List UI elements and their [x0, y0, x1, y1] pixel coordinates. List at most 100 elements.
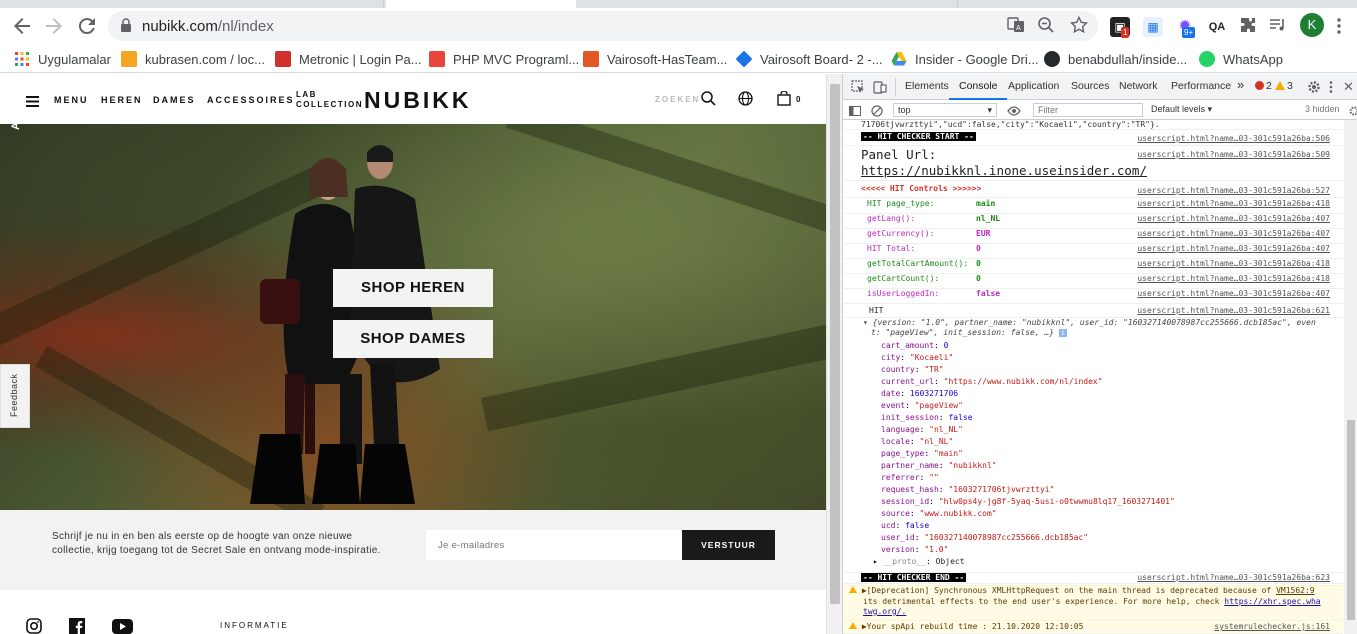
address-bar[interactable]: nubikk.com/nl/index A: [108, 11, 1098, 41]
sidebar-toggle-icon[interactable]: [849, 104, 861, 116]
bookmark-star-icon[interactable]: [1069, 15, 1089, 36]
warning-count[interactable]: 3: [1287, 80, 1293, 92]
shop-dames-button[interactable]: SHOP DAMES: [333, 320, 493, 358]
forward-icon[interactable]: [42, 14, 66, 38]
search-icon[interactable]: [701, 91, 716, 106]
console-scrollbar[interactable]: [1344, 120, 1357, 634]
nav-menu[interactable]: MENU: [54, 95, 89, 105]
console-message: <<<<< HIT Controls >>>>>> userscript.htm…: [843, 184, 1343, 198]
source-link[interactable]: userscript.html?name…03-301c591a26ba:407: [1137, 289, 1330, 298]
extension-icon-1[interactable]: ▣ 1: [1110, 17, 1130, 38]
warning-icon[interactable]: [1275, 81, 1285, 90]
source-link[interactable]: userscript.html?name…03-301c591a26ba:506: [1137, 134, 1330, 143]
source-link[interactable]: userscript.html?name…03-301c591a26ba:527: [1137, 186, 1330, 195]
source-link[interactable]: userscript.html?name…03-301c591a26ba:407: [1137, 229, 1330, 238]
bookmark-insider-drive[interactable]: Insider - Google Dri...: [891, 50, 1039, 68]
log-levels-dropdown[interactable]: Default levels ▾: [1151, 104, 1212, 115]
source-link[interactable]: VM1562:9: [1276, 586, 1315, 595]
shop-heren-button[interactable]: SHOP HEREN: [333, 269, 493, 307]
hit-object-summary[interactable]: ▾ {version: "1.0", partner_name: "nubikk…: [843, 318, 1343, 340]
live-expression-eye-icon[interactable]: [1007, 104, 1021, 116]
feedback-tab[interactable]: Feedback: [0, 364, 30, 428]
page-scrollbar-thumb[interactable]: [830, 84, 840, 604]
settings-gear-icon[interactable]: [1307, 80, 1321, 94]
extension-icon-3[interactable]: ✹ 9+: [1175, 17, 1196, 38]
source-link[interactable]: userscript.html?name…03-301c591a26ba:407: [1137, 214, 1330, 223]
source-link[interactable]: userscript.html?name…03-301c591a26ba:621: [1137, 306, 1330, 315]
browser-tab-active[interactable]: [386, 0, 576, 8]
clear-console-icon[interactable]: [871, 104, 883, 117]
facebook-icon[interactable]: [69, 618, 85, 634]
help-link-cont[interactable]: twg.org/.: [863, 607, 906, 616]
error-count[interactable]: 2: [1266, 80, 1272, 92]
hero-banner[interactable]: SHOP HEREN SHOP DAMES: [0, 124, 826, 510]
back-icon[interactable]: [10, 14, 34, 38]
bookmark-kubrasen[interactable]: kubrasen.com / loc...: [121, 50, 265, 68]
more-tabs-button[interactable]: »: [1237, 77, 1244, 92]
devtools-menu-icon[interactable]: [1329, 80, 1335, 94]
email-input[interactable]: [426, 530, 682, 560]
object-property[interactable]: ▸ __proto__: Object: [873, 557, 965, 566]
extensions-puzzle-icon[interactable]: [1238, 17, 1258, 37]
console-filter-input[interactable]: [1033, 103, 1143, 117]
expand-arrow-icon[interactable]: ▾: [863, 318, 868, 327]
nav-heren[interactable]: HEREN: [101, 95, 143, 105]
warning-text: ▶[Deprecation] Synchronous XMLHttpReques…: [861, 586, 1272, 595]
devtools-tab-application[interactable]: Application: [1008, 80, 1059, 92]
globe-icon[interactable]: [738, 91, 753, 106]
inspect-element-icon[interactable]: [851, 80, 865, 94]
reload-icon[interactable]: [75, 14, 99, 38]
profile-avatar[interactable]: K: [1300, 13, 1324, 37]
source-link[interactable]: userscript.html?name…03-301c591a26ba:418: [1137, 274, 1330, 283]
hamburger-icon[interactable]: [26, 94, 39, 107]
google-drive-icon: [891, 51, 907, 67]
devtools-tab-elements[interactable]: Elements: [905, 80, 949, 92]
devtools-tab-sources[interactable]: Sources: [1071, 80, 1110, 92]
extension-icon-2[interactable]: ▦: [1143, 17, 1163, 37]
subscribe-button[interactable]: VERSTUUR: [682, 530, 775, 560]
error-icon[interactable]: [1255, 81, 1264, 90]
source-link[interactable]: userscript.html?name…03-301c591a26ba:407: [1137, 244, 1330, 253]
close-devtools-icon[interactable]: ✕: [1343, 80, 1355, 94]
bookmark-vairosoft-hasteam[interactable]: Vairosoft-HasTeam...: [583, 50, 727, 68]
source-link[interactable]: userscript.html?name…03-301c591a26ba:418: [1137, 199, 1330, 208]
nav-lab-collection[interactable]: LAB COLLECTION: [296, 90, 363, 110]
bookmark-metronic[interactable]: Metronic | Login Pa...: [275, 50, 422, 68]
youtube-icon[interactable]: [112, 619, 133, 634]
nav-accessoires[interactable]: ACCESSOIRES: [207, 95, 295, 105]
devtools-tab-network[interactable]: Network: [1119, 80, 1158, 92]
site-logo[interactable]: NUBIKK: [364, 87, 471, 114]
nav-dames[interactable]: DAMES: [153, 95, 196, 105]
zoom-icon[interactable]: [1036, 16, 1056, 36]
bookmark-vairosoft-board[interactable]: Vairosoft Board- 2 -...: [735, 50, 883, 68]
browser-tab-left[interactable]: [0, 0, 384, 8]
panel-url-link[interactable]: https://nubikknl.inone.useinsider.com/: [861, 163, 1343, 179]
source-link[interactable]: systemrulechecker.js:161: [1214, 622, 1330, 631]
bookmark-php-mvc[interactable]: PHP MVC Programl...: [429, 50, 579, 68]
extension-icon-4[interactable]: QA: [1207, 17, 1227, 37]
console-scrollbar-thumb[interactable]: [1347, 420, 1355, 620]
instagram-icon[interactable]: [26, 618, 42, 634]
source-link[interactable]: userscript.html?name…03-301c591a26ba:623: [1137, 573, 1330, 582]
source-link[interactable]: userscript.html?name…03-301c591a26ba:509: [1137, 150, 1330, 159]
devtools-tab-console[interactable]: Console: [959, 80, 998, 92]
devtools-tab-performance[interactable]: Performance: [1171, 80, 1231, 92]
media-control-icon[interactable]: [1268, 17, 1288, 37]
lock-icon[interactable]: [120, 18, 132, 32]
translate-icon[interactable]: A: [1006, 16, 1026, 36]
bookmark-github[interactable]: benabdullah/inside...: [1044, 50, 1187, 68]
bookmark-whatsapp[interactable]: WhatsApp: [1199, 50, 1283, 68]
device-toolbar-icon[interactable]: [873, 80, 887, 94]
search-label[interactable]: ZOEKEN: [655, 95, 700, 104]
bookmark-apps[interactable]: Uygulamalar: [14, 50, 111, 68]
page-scrollbar[interactable]: [826, 74, 842, 634]
browser-tab-right[interactable]: [578, 0, 958, 8]
context-selector[interactable]: top ▾: [893, 103, 997, 117]
source-link[interactable]: userscript.html?name…03-301c591a26ba:418: [1137, 259, 1330, 268]
help-link[interactable]: https://xhr.spec.wha: [1224, 597, 1320, 606]
shopping-bag-icon[interactable]: [777, 90, 791, 106]
info-icon[interactable]: i: [1058, 329, 1067, 337]
browser-menu-icon[interactable]: [1336, 16, 1346, 36]
prop-key: session_id: [881, 497, 930, 506]
console-settings-icon[interactable]: [1349, 104, 1357, 116]
